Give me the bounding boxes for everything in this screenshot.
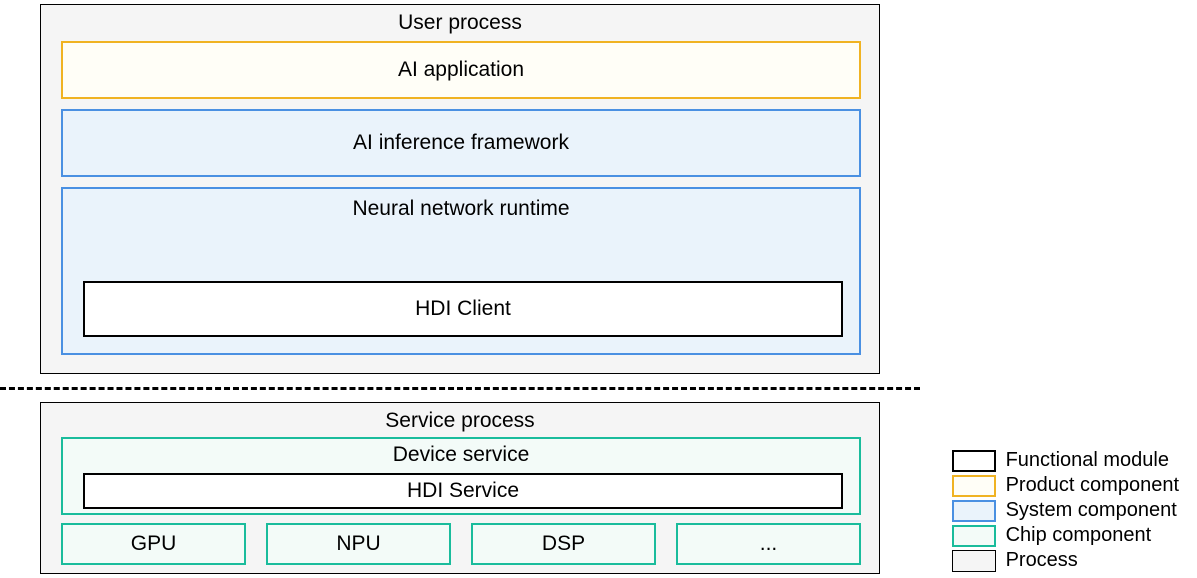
nn-runtime-label: Neural network runtime — [73, 197, 849, 221]
legend-label-system: System component — [1006, 499, 1177, 522]
ai-framework-box: AI inference framework — [61, 109, 861, 177]
chip-dsp-label: DSP — [542, 532, 585, 556]
ai-application-box: AI application — [61, 41, 861, 99]
hdi-client-box: HDI Client — [83, 281, 843, 337]
chip-more-label: ... — [760, 532, 778, 556]
legend-label-process: Process — [1006, 549, 1078, 572]
hdi-client-label: HDI Client — [415, 297, 511, 321]
service-process-box: Service process Device service HDI Servi… — [40, 402, 880, 574]
legend-label-product: Product component — [1006, 474, 1179, 497]
user-process-box: User process AI application AI inference… — [40, 4, 880, 374]
ai-application-label: AI application — [398, 58, 524, 82]
device-service-label: Device service — [73, 443, 849, 467]
chip-npu-label: NPU — [336, 532, 380, 556]
legend-row-chip: Chip component — [952, 524, 1179, 547]
legend-swatch-functional — [952, 450, 996, 472]
diagram-canvas: User process AI application AI inference… — [0, 0, 1197, 578]
legend-row-functional: Functional module — [952, 449, 1179, 472]
hdi-service-box: HDI Service — [83, 473, 843, 509]
legend-swatch-process — [952, 550, 996, 572]
chips-row: GPU NPU DSP ... — [61, 523, 861, 565]
process-divider — [0, 387, 920, 390]
hdi-service-label: HDI Service — [407, 479, 519, 503]
device-service-box: Device service HDI Service — [61, 437, 861, 515]
chip-gpu-label: GPU — [131, 532, 177, 556]
chip-more: ... — [676, 523, 861, 565]
service-process-title: Service process — [51, 409, 869, 433]
legend-swatch-chip — [952, 525, 996, 547]
user-process-title: User process — [51, 11, 869, 35]
ai-framework-label: AI inference framework — [353, 131, 569, 155]
chip-npu: NPU — [266, 523, 451, 565]
legend-label-functional: Functional module — [1006, 449, 1169, 472]
nn-runtime-box: Neural network runtime HDI Client — [61, 187, 861, 355]
legend-swatch-system — [952, 500, 996, 522]
legend-row-product: Product component — [952, 474, 1179, 497]
chip-dsp: DSP — [471, 523, 656, 565]
legend-row-system: System component — [952, 499, 1179, 522]
legend-swatch-product — [952, 475, 996, 497]
legend: Functional module Product component Syst… — [952, 449, 1179, 574]
legend-label-chip: Chip component — [1006, 524, 1152, 547]
legend-row-process: Process — [952, 549, 1179, 572]
chip-gpu: GPU — [61, 523, 246, 565]
